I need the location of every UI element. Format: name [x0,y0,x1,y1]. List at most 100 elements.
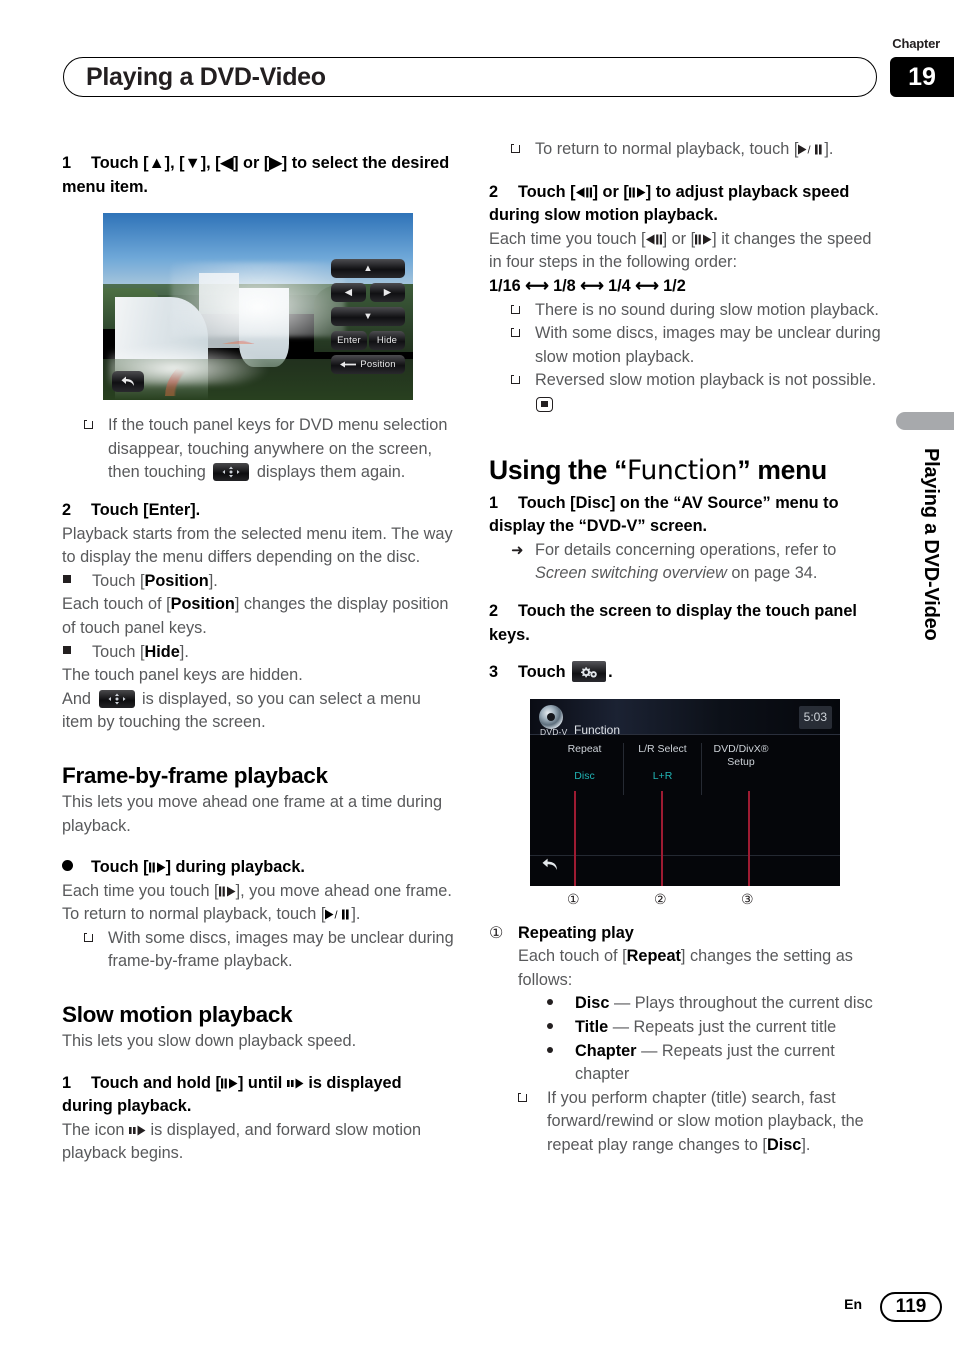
right-step-2-body: Each time you touch [] or [] it changes … [489,228,883,275]
cross-reference: ➜ For details concerning operations, ref… [489,539,883,586]
slow-step-1-number: 1 [62,1073,72,1092]
slow-reverse-icon [575,187,592,198]
repeat-option-chapter: Chapter — Repeats just the current chapt… [518,1040,883,1087]
fn-step-1: 1 Touch [Disc] on the “AV Source” menu to… [489,492,883,539]
step-1-number: 1 [62,154,72,172]
note-touch-panel-disappear: If the touch panel keys for DVD menu sel… [62,414,456,485]
slow-body: The icon is displayed, and forward slow … [62,1119,456,1166]
footer-page-number: 119 [880,1292,942,1322]
hollow-square-bullet-icon [84,927,108,974]
round-sub-bullet-icon [547,992,575,1016]
dvd-menu-left-button[interactable]: ◀ [331,283,366,303]
note-return-a: To return to normal playback, touch [ [535,140,799,158]
note-frame-unclear: With some discs, images may be unclear d… [62,927,456,974]
callout-number-2: ② [654,890,667,907]
pause-play-icon [218,886,236,897]
frame-bullet-a: Touch [ [91,858,149,877]
dvd-menu-right-button[interactable]: ▶ [370,283,405,303]
right-step-2-b: ] or [ [592,182,629,201]
right-step-2-a: Touch [ [518,182,576,201]
step-2-number: 2 [62,500,72,519]
lr-select-cell-title: L/R Select [638,742,687,755]
right-column: To return to normal playback, touch [/].… [489,138,883,1158]
left-column: 1 Touch [▲], [▼], [◀] or [▶] to select th… [62,138,456,1166]
repeat-cell-value: Disc [574,769,595,782]
function-screen-title: Function [574,722,621,737]
dvd-menu-hide-button[interactable]: Hide [369,331,405,351]
repeat-option-disc-name: Disc [575,994,610,1013]
lr-select-cell[interactable]: L/R Select L+R [624,742,702,795]
round-bullet-icon [62,856,91,880]
dvd-menu-down-button[interactable]: ▼ [331,307,405,327]
sub-step-position-prefix: Touch [ [92,571,145,590]
dvd-menu-enter-button[interactable]: Enter [331,331,367,351]
page-title: Playing a DVD-Video [86,62,326,91]
svg-text:/: / [335,910,339,920]
function-screen-figure: DVD-V Function 5:03 Repeat Disc L/R Sele… [530,698,840,886]
frame-bullet: Touch [ ] during playback. [62,856,456,880]
repeat-cell[interactable]: Repeat Disc [546,742,624,795]
fn-step-3-number: 3 [489,663,499,682]
end-of-section-marker-icon [536,396,553,412]
side-tab-marker [896,412,954,430]
repeat-option-title-name: Title [575,1018,609,1037]
callout-line-3 [748,790,750,886]
callout-number-1: ① [567,890,580,907]
heading-slow-motion: Slow motion playback [62,1002,293,1028]
callout-marker-1: ① [489,924,504,942]
slow-step-1-a: Touch and hold [ [91,1073,221,1092]
sub-step-hide-suffix: ]. [179,642,189,661]
position-body: Each touch of [Position] changes the dis… [62,593,456,640]
hollow-square-bullet-icon [511,369,535,416]
speed-sequence: 1/16 ⟷ 1/8 ⟷ 1/4 ⟷ 1/2 [489,276,686,295]
slow-step-1: 1 Touch and hold [] until is displayed du… [62,1072,456,1119]
note-slow-3: Reversed slow motion playback is not pos… [489,369,883,416]
function-screen-divider [530,854,840,856]
left-arrow-icon [340,361,357,368]
item-repeating-play-title: Repeating play [518,923,634,942]
right-step-2-number: 2 [489,182,499,201]
direction-pad-key-icon[interactable] [98,689,135,708]
step-1: 1 Touch [▲], [▼], [◀] or [▶] to select th… [62,152,456,199]
pause-play-icon [220,1078,238,1089]
item-repeating-play-body-a: Each touch of [ [518,947,627,966]
frame-body-2: To return to normal playback, touch [/]. [62,903,456,927]
mist-region [171,261,345,337]
dvd-divx-setup-cell[interactable]: DVD/DivX® Setup [702,743,780,795]
slow-intro: This lets you slow down playback speed. [62,1032,357,1051]
direction-pad-key-icon[interactable] [213,463,250,482]
repeat-option-chapter-name: Chapter [575,1041,637,1060]
hide-body: The touch panel keys are hidden. [62,666,303,685]
callout-number-row: ① ② ③ [530,886,840,912]
dvd-menu-up-button[interactable]: ▲ [331,259,405,279]
function-gear-key-icon[interactable] [572,661,607,683]
step-2-body: Playback starts from the selected menu i… [62,524,453,567]
frame-body-b: ], you move ahead one frame. [235,881,452,900]
filled-square-bullet-icon [62,641,92,665]
dvd-menu-position-label: Position [360,358,396,370]
frame-body-2-a: To return to normal playback, touch [ [62,905,326,924]
dvd-menu-position-button[interactable]: Position [331,355,405,375]
step-2: 2 Touch [Enter]. [62,499,456,523]
dvd-menu-back-button[interactable] [112,371,144,393]
dvd-divx-setup-cell-title: DVD/DivX® Setup [713,742,769,768]
repeat-cell-title: Repeat [567,742,602,755]
chapter-number-badge: 19 [890,57,954,97]
function-back-button[interactable] [542,856,558,880]
sub-step-position-key: Position [144,571,209,590]
pause-play-icon [148,862,166,873]
fn-step-1-text: Touch [Disc] on the “AV Source” menu to … [489,493,839,536]
pause-play-icon [628,187,646,198]
function-screen: DVD-V Function 5:03 Repeat Disc L/R Sele… [530,698,840,886]
fn-step-3-a: Touch [518,663,566,682]
frame-bullet-b: ] during playback. [165,858,305,877]
note-slow-2: With some discs, images may be unclear d… [489,322,883,369]
sub-step-hide-prefix: Touch [ [92,642,145,661]
heading-function-c: ” menu [737,454,827,485]
page-title-pill: Playing a DVD-Video [63,57,877,97]
slow-forward-icon [286,1078,304,1089]
frame-intro: This lets you move ahead one frame at a … [62,792,443,835]
note-frame-unclear-text: With some discs, images may be unclear d… [108,928,454,971]
right-step-2-body-b: ] or [ [662,229,696,248]
callout-line-1 [574,790,576,886]
